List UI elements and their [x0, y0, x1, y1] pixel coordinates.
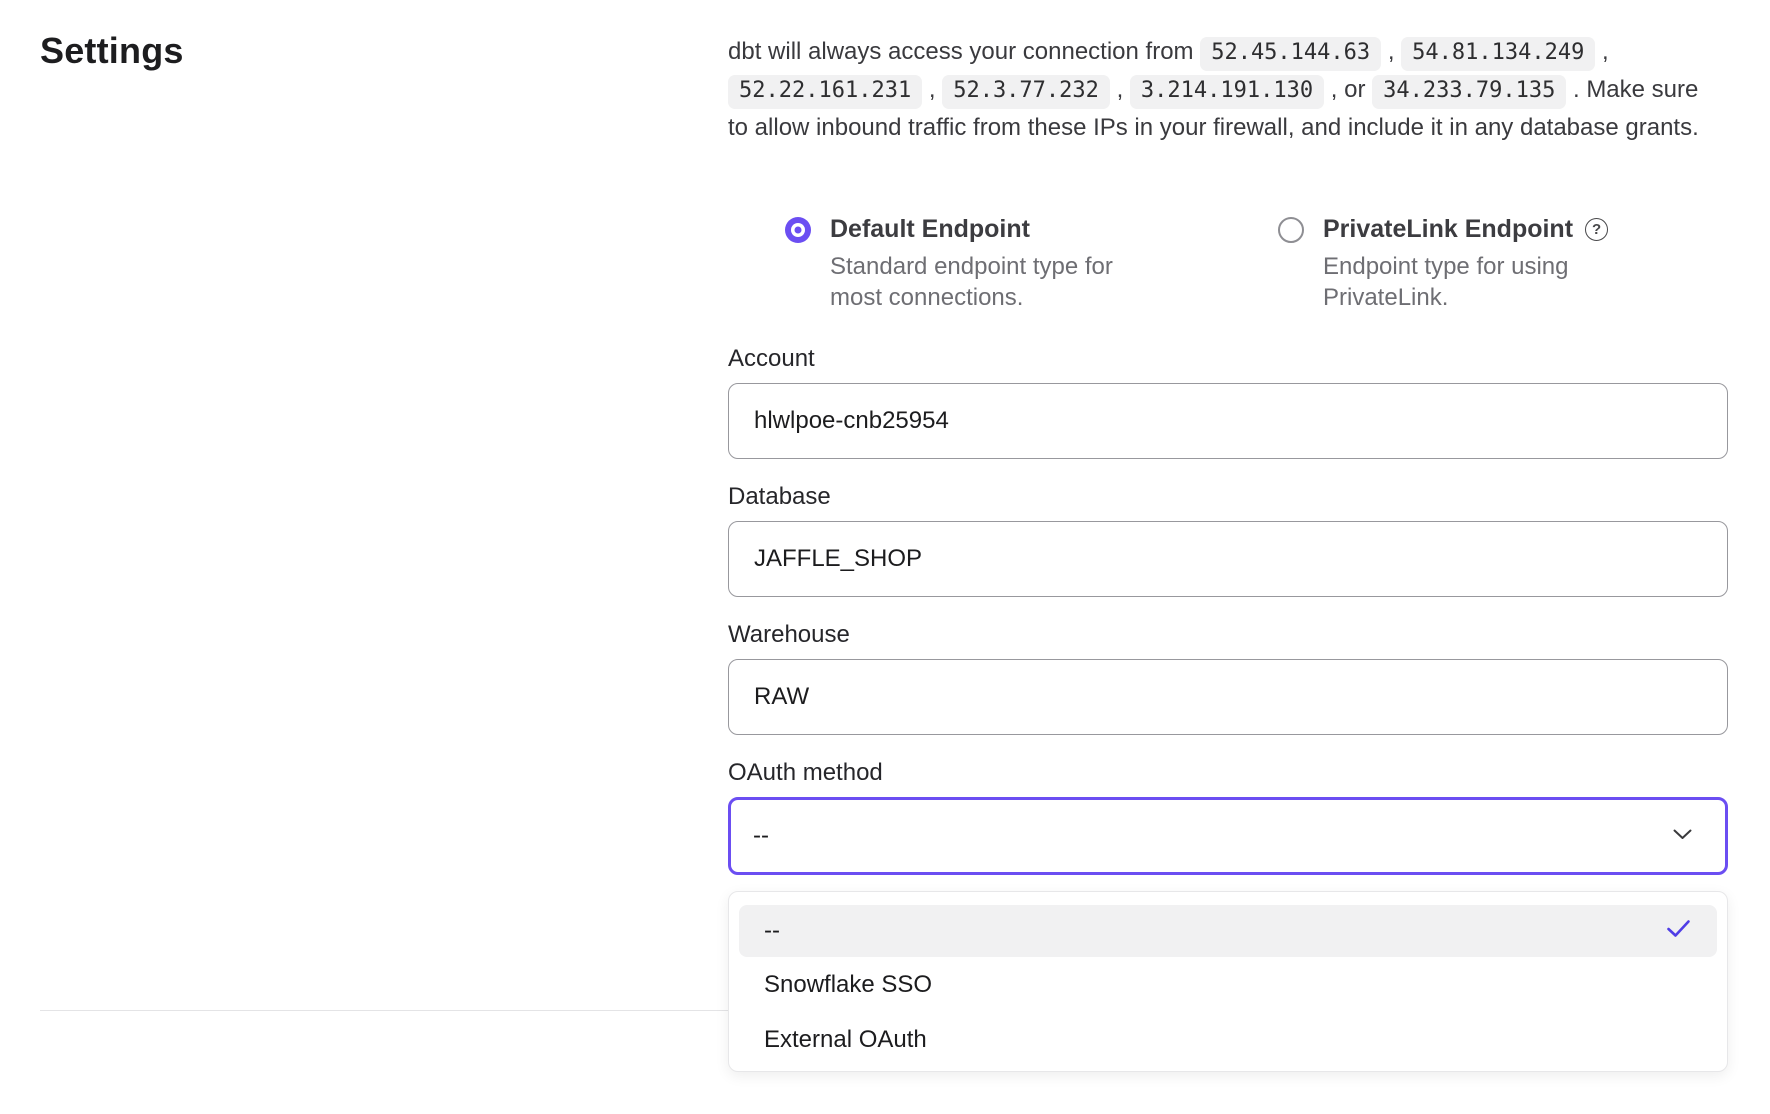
- dropdown-option-none[interactable]: --: [739, 905, 1717, 957]
- chevron-down-icon: [1673, 827, 1692, 845]
- intro-text: , or: [1324, 76, 1372, 103]
- account-label: Account: [728, 345, 1728, 373]
- warehouse-field-group: Warehouse: [728, 621, 1728, 735]
- radio-privatelink-label-text: PrivateLink Endpoint: [1323, 215, 1573, 244]
- endpoint-type-radio-group: Default Endpoint Standard endpoint type …: [728, 215, 1728, 313]
- radio-option-privatelink-endpoint[interactable]: PrivateLink Endpoint ? Endpoint type for…: [1278, 215, 1714, 313]
- page-title: Settings: [40, 30, 184, 72]
- database-label: Database: [728, 483, 1728, 511]
- radio-default-label: Default Endpoint: [830, 215, 1168, 244]
- settings-form: dbt will always access your connection f…: [728, 33, 1728, 1072]
- radio-default-description: Standard endpoint type for most connecti…: [830, 251, 1168, 313]
- database-input[interactable]: [728, 521, 1728, 597]
- radio-default-texts: Default Endpoint Standard endpoint type …: [830, 215, 1168, 313]
- ip-chip: 52.45.144.63: [1200, 37, 1381, 71]
- intro-text: dbt will always access your connection f…: [728, 38, 1200, 65]
- dropdown-option-snowflake-sso[interactable]: Snowflake SSO: [729, 957, 1727, 1012]
- intro-text: ,: [1110, 76, 1130, 103]
- dropdown-option-none-label: --: [764, 917, 780, 945]
- ip-chip: 52.22.161.231: [728, 75, 922, 109]
- ip-chip: 54.81.134.249: [1401, 37, 1595, 71]
- oauth-method-label: OAuth method: [728, 759, 1728, 787]
- radio-default-label-text: Default Endpoint: [830, 215, 1030, 244]
- dropdown-option-external-oauth[interactable]: External OAuth: [729, 1012, 1727, 1067]
- oauth-method-field-group: OAuth method --: [728, 759, 1728, 875]
- check-icon: [1666, 919, 1691, 943]
- ip-chip: 34.233.79.135: [1372, 75, 1566, 109]
- radio-privatelink-label: PrivateLink Endpoint ?: [1323, 215, 1661, 244]
- radio-privatelink-texts: PrivateLink Endpoint ? Endpoint type for…: [1323, 215, 1661, 313]
- oauth-method-select[interactable]: --: [728, 797, 1728, 875]
- radio-privatelink-endpoint[interactable]: [1278, 217, 1304, 243]
- ip-chip: 3.214.191.130: [1130, 75, 1324, 109]
- warehouse-input[interactable]: [728, 659, 1728, 735]
- radio-privatelink-description: Endpoint type for using PrivateLink.: [1323, 251, 1661, 313]
- ip-allowlist-paragraph: dbt will always access your connection f…: [728, 33, 1713, 147]
- intro-text: ,: [1381, 38, 1401, 65]
- intro-text: ,: [922, 76, 942, 103]
- warehouse-label: Warehouse: [728, 621, 1728, 649]
- intro-text: ,: [1595, 38, 1608, 65]
- database-field-group: Database: [728, 483, 1728, 597]
- oauth-method-dropdown-menu: -- Snowflake SSO External OAuth: [728, 891, 1728, 1072]
- oauth-method-selected-value: --: [753, 822, 769, 850]
- radio-option-default-endpoint[interactable]: Default Endpoint Standard endpoint type …: [785, 215, 1221, 313]
- account-input[interactable]: [728, 383, 1728, 459]
- radio-default-endpoint[interactable]: [785, 217, 811, 243]
- ip-chip: 52.3.77.232: [942, 75, 1110, 109]
- account-field-group: Account: [728, 345, 1728, 459]
- question-circle-icon[interactable]: ?: [1585, 218, 1608, 241]
